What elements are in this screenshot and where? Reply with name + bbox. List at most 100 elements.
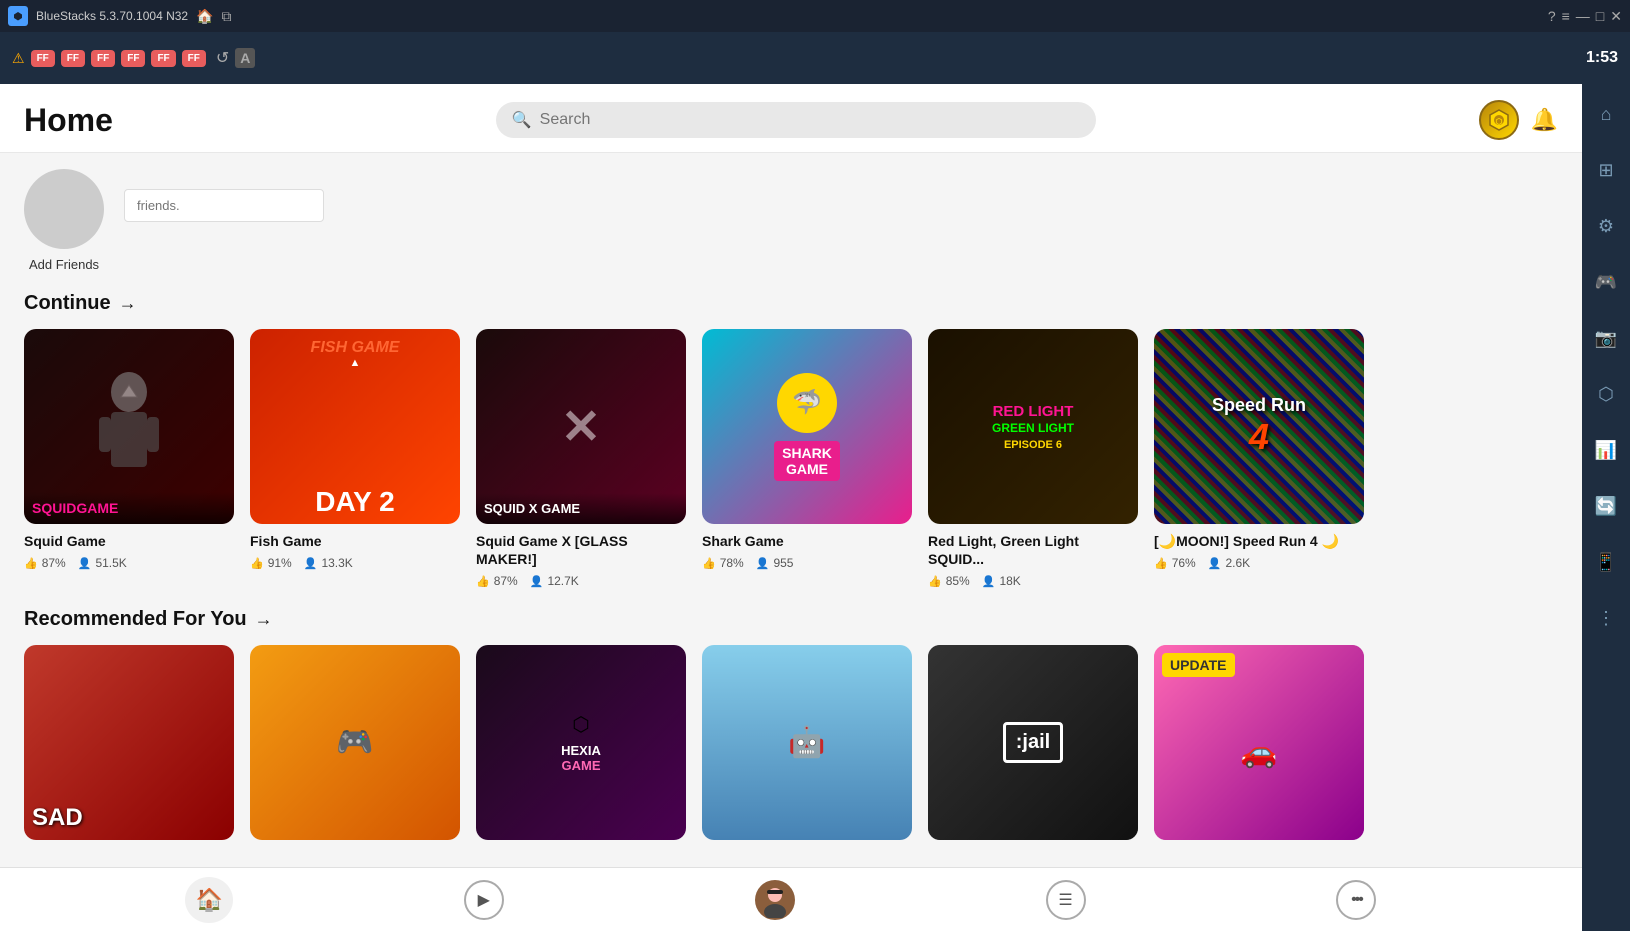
- sidebar-tv-icon[interactable]: 📱: [1588, 544, 1624, 580]
- game-thumbnail-shark-game: 🦈 SHARK GAME: [702, 329, 912, 524]
- tab-ff-4[interactable]: FF: [121, 50, 145, 67]
- game-thumbnail-fish-game: FISH GAME ▲ DAY 2: [250, 329, 460, 524]
- fish-game-like: 👍 91%: [250, 556, 292, 570]
- game-thumbnail-rec2: 🎮: [250, 645, 460, 840]
- game-card-hexia[interactable]: ⬡ HEXIA GAME: [476, 645, 686, 848]
- sidebar-performance-icon[interactable]: 📊: [1588, 432, 1624, 468]
- menu-icon[interactable]: ≡: [1562, 8, 1570, 24]
- red-light-stats: 👍 85% 👤 18K: [928, 574, 1138, 588]
- title-bar: BlueStacks 5.3.70.1004 N32 🏠 ⧉ ? ≡ — □ ✕: [0, 0, 1630, 32]
- header: Home 🔍 ⬡ 🔔: [0, 84, 1582, 153]
- game-card-speed-run[interactable]: Speed Run 4 [🌙MOON!] Speed Run 4 🌙 👍 76%: [1154, 329, 1364, 588]
- game-card-jail[interactable]: :jail: [928, 645, 1138, 848]
- app-title: BlueStacks 5.3.70.1004 N32: [36, 9, 188, 23]
- sidebar-more-icon[interactable]: ⋮: [1588, 600, 1624, 636]
- recommended-arrow[interactable]: →: [255, 609, 273, 630]
- recommended-section-header: Recommended For You →: [24, 608, 1558, 631]
- tab-ff-5[interactable]: FF: [151, 50, 175, 67]
- tab-ff-2[interactable]: FF: [61, 50, 85, 67]
- fish-game-name: Fish Game: [250, 532, 460, 550]
- squid-x-stats: 👍 87% 👤 12.7K: [476, 574, 686, 588]
- continue-title: Continue: [24, 292, 111, 315]
- sidebar-gear-icon[interactable]: ⚙: [1588, 208, 1624, 244]
- nav-play[interactable]: ▶: [444, 872, 524, 928]
- sidebar-layers-icon[interactable]: ⊞: [1588, 152, 1624, 188]
- header-actions: ⬡ 🔔: [1479, 100, 1558, 140]
- sidebar-home-icon[interactable]: ⌂: [1588, 96, 1624, 132]
- continue-game-grid: SQUIDGAME Squid Game 👍 87% 👤 51.5K: [24, 329, 1558, 588]
- shark-game-name: Shark Game: [702, 532, 912, 550]
- avatar-nav: [755, 880, 795, 920]
- scroll-content: Add Friends Continue →: [0, 153, 1582, 931]
- app-toolbar: ⚠ FF FF FF FF FF FF ↺ A 1:53: [0, 32, 1630, 84]
- close-icon[interactable]: ✕: [1610, 8, 1622, 25]
- bell-icon[interactable]: 🔔: [1531, 107, 1558, 133]
- sidebar-game-icon[interactable]: 🎮: [1588, 264, 1624, 300]
- players-icon-6: 👤: [1208, 557, 1222, 570]
- game-card-squid-game[interactable]: SQUIDGAME Squid Game 👍 87% 👤 51.5K: [24, 329, 234, 588]
- help-icon[interactable]: ?: [1548, 8, 1556, 24]
- page-title: Home: [24, 102, 113, 139]
- game-thumbnail-squid-x: ✕ SQUID X GAME: [476, 329, 686, 524]
- game-card-shark-game[interactable]: 🦈 SHARK GAME Shark Game 👍 7: [702, 329, 912, 588]
- tab-ff-1[interactable]: FF: [31, 50, 55, 67]
- title-bar-right: ? ≡ — □ ✕: [1548, 8, 1622, 25]
- game-thumbnail-hexia: ⬡ HEXIA GAME: [476, 645, 686, 840]
- sidebar-macro-icon[interactable]: ⬡: [1588, 376, 1624, 412]
- players-icon: 👤: [78, 557, 92, 570]
- search-bar[interactable]: 🔍: [496, 102, 1096, 138]
- friends-section: Add Friends: [24, 169, 1558, 272]
- red-light-players: 👤 18K: [982, 574, 1021, 588]
- play-nav-icon: ▶: [478, 890, 490, 910]
- bottom-nav: 🏠 ▶ ☰: [0, 867, 1582, 931]
- nav-avatar[interactable]: [735, 872, 815, 928]
- content-area: Home 🔍 ⬡ 🔔: [0, 84, 1582, 931]
- maximize-icon[interactable]: □: [1596, 8, 1604, 24]
- game-card-red-light[interactable]: RED LIGHT GREEN LIGHT EPISODE 6 Red Ligh…: [928, 329, 1138, 588]
- svg-text:⬡: ⬡: [1495, 117, 1502, 126]
- game-thumbnail-red-light: RED LIGHT GREEN LIGHT EPISODE 6: [928, 329, 1138, 524]
- home-title-icon[interactable]: 🏠: [196, 8, 213, 25]
- game-card-squid-x[interactable]: ✕ SQUID X GAME Squid Game X [GLASS MAKER…: [476, 329, 686, 588]
- speed-run-name: [🌙MOON!] Speed Run 4 🌙: [1154, 532, 1364, 550]
- game-card-rec4[interactable]: 🤖: [702, 645, 912, 848]
- nav-list[interactable]: ☰: [1026, 872, 1106, 928]
- game-card-car[interactable]: UPDATE 🚗: [1154, 645, 1364, 848]
- game-card-sad[interactable]: SAD: [24, 645, 234, 848]
- bluestacks-coin-button[interactable]: ⬡: [1479, 100, 1519, 140]
- nav-more[interactable]: •••: [1316, 872, 1396, 928]
- thumbs-up-icon-3: 👍: [476, 575, 490, 588]
- red-light-name: Red Light, Green Light SQUID...: [928, 532, 1138, 568]
- fish-game-stats: 👍 91% 👤 13.3K: [250, 556, 460, 570]
- minimize-icon[interactable]: —: [1576, 8, 1590, 24]
- sidebar-realtime-icon[interactable]: 🔄: [1588, 488, 1624, 524]
- shark-game-players: 👤 955: [756, 556, 794, 570]
- sidebar-camera-icon[interactable]: 📷: [1588, 320, 1624, 356]
- refresh-icon[interactable]: ↺: [216, 48, 229, 68]
- shark-game-stats: 👍 78% 👤 955: [702, 556, 912, 570]
- more-nav-icon: •••: [1351, 891, 1362, 909]
- squid-game-name: Squid Game: [24, 532, 234, 550]
- friends-row: Add Friends: [24, 169, 1558, 272]
- nav-home[interactable]: 🏠: [185, 877, 232, 923]
- home-nav-icon: 🏠: [195, 887, 222, 913]
- title-bar-left: BlueStacks 5.3.70.1004 N32 🏠 ⧉: [8, 6, 232, 26]
- squid-game-stats: 👍 87% 👤 51.5K: [24, 556, 234, 570]
- friend-input[interactable]: [124, 189, 324, 222]
- text-icon[interactable]: A: [235, 48, 255, 68]
- game-thumbnail-sad: SAD: [24, 645, 234, 840]
- thumbs-up-icon-4: 👍: [702, 557, 716, 570]
- search-input[interactable]: [540, 111, 1080, 129]
- game-card-rec2[interactable]: 🎮: [250, 645, 460, 848]
- continue-arrow[interactable]: →: [119, 293, 137, 314]
- game-card-fish-game[interactable]: FISH GAME ▲ DAY 2 Fish Game 👍 91%: [250, 329, 460, 588]
- recommended-title: Recommended For You: [24, 608, 247, 631]
- squid-x-name: Squid Game X [GLASS MAKER!]: [476, 532, 686, 568]
- thumbs-up-icon-6: 👍: [1154, 557, 1168, 570]
- multi-instance-icon[interactable]: ⧉: [222, 8, 232, 25]
- game-thumbnail-jail: :jail: [928, 645, 1138, 840]
- bluestacks-logo: [8, 6, 28, 26]
- tab-ff-3[interactable]: FF: [91, 50, 115, 67]
- tab-ff-6[interactable]: FF: [182, 50, 206, 67]
- avatar-circle: [24, 169, 104, 249]
